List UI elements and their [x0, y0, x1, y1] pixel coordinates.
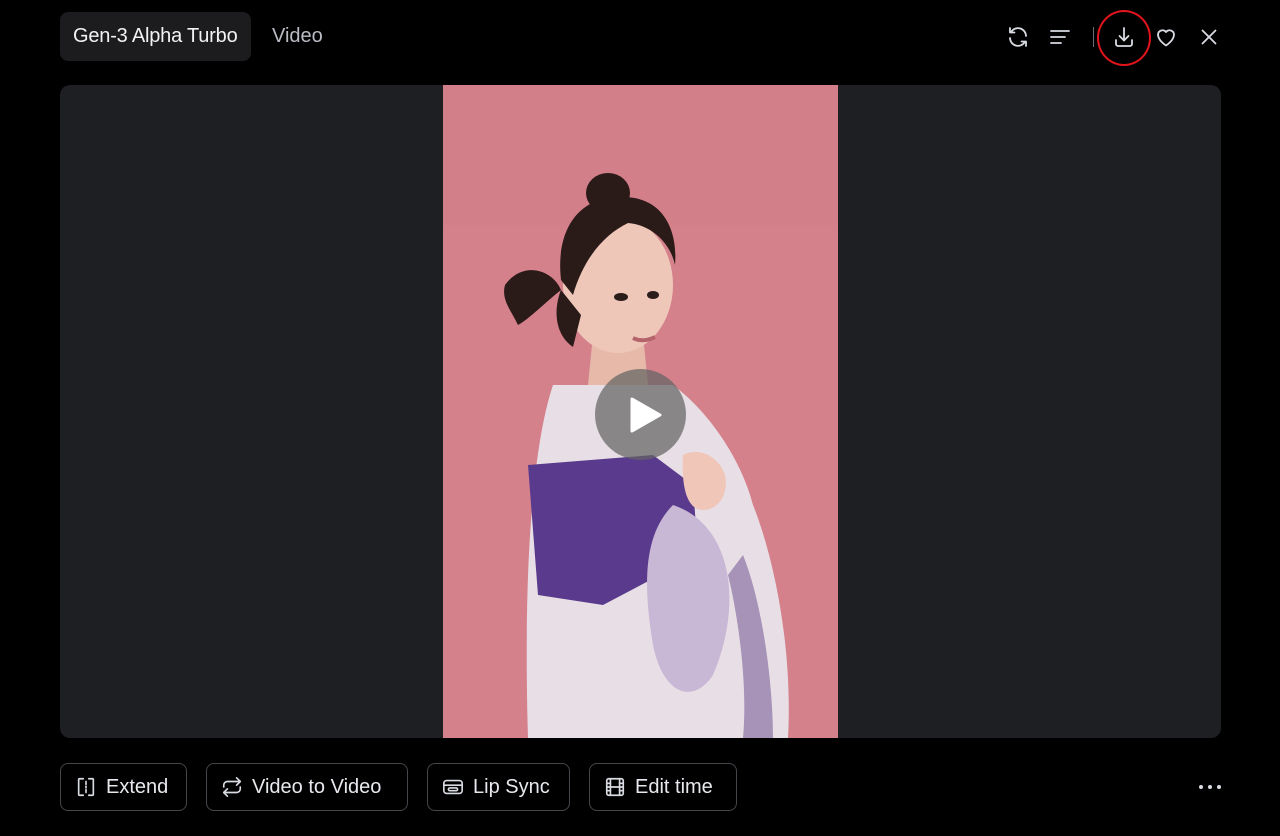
close-icon [1201, 29, 1217, 45]
details-icon [1050, 30, 1070, 44]
regenerate-button[interactable] [998, 17, 1038, 57]
loop-arrows-icon [222, 777, 242, 797]
film-strip-icon [605, 777, 625, 797]
media-type-label: Video [272, 25, 323, 47]
download-button[interactable] [1104, 17, 1144, 57]
edit-time-button[interactable]: Edit time [589, 763, 737, 811]
model-label[interactable]: Gen-3 Alpha Turbo [60, 12, 251, 61]
video-player[interactable] [60, 85, 1221, 738]
toolbar-divider [1093, 27, 1094, 47]
extend-label: Extend [106, 775, 169, 798]
more-options-button[interactable] [1190, 767, 1230, 807]
action-toolbar: Extend Video to Video Lip Sync Edit time [0, 763, 1280, 811]
favorite-button[interactable] [1146, 17, 1186, 57]
close-button[interactable] [1189, 17, 1229, 57]
edit-time-label: Edit time [635, 775, 713, 798]
lip-sync-label: Lip Sync [473, 775, 550, 798]
lip-sync-icon [443, 779, 463, 795]
regenerate-icon [1009, 27, 1027, 47]
heart-icon [1157, 29, 1175, 47]
header: Gen-3 Alpha Turbo Video [0, 0, 1280, 74]
play-icon [630, 397, 662, 432]
details-button[interactable] [1040, 17, 1080, 57]
play-button[interactable] [595, 369, 686, 460]
extend-button[interactable]: Extend [60, 763, 187, 811]
lip-sync-button[interactable]: Lip Sync [427, 763, 570, 811]
video-to-video-label: Video to Video [252, 775, 382, 798]
download-icon [1115, 27, 1133, 47]
video-to-video-button[interactable]: Video to Video [206, 763, 408, 811]
more-horizontal-icon [1197, 785, 1224, 789]
extend-icon [77, 777, 95, 797]
